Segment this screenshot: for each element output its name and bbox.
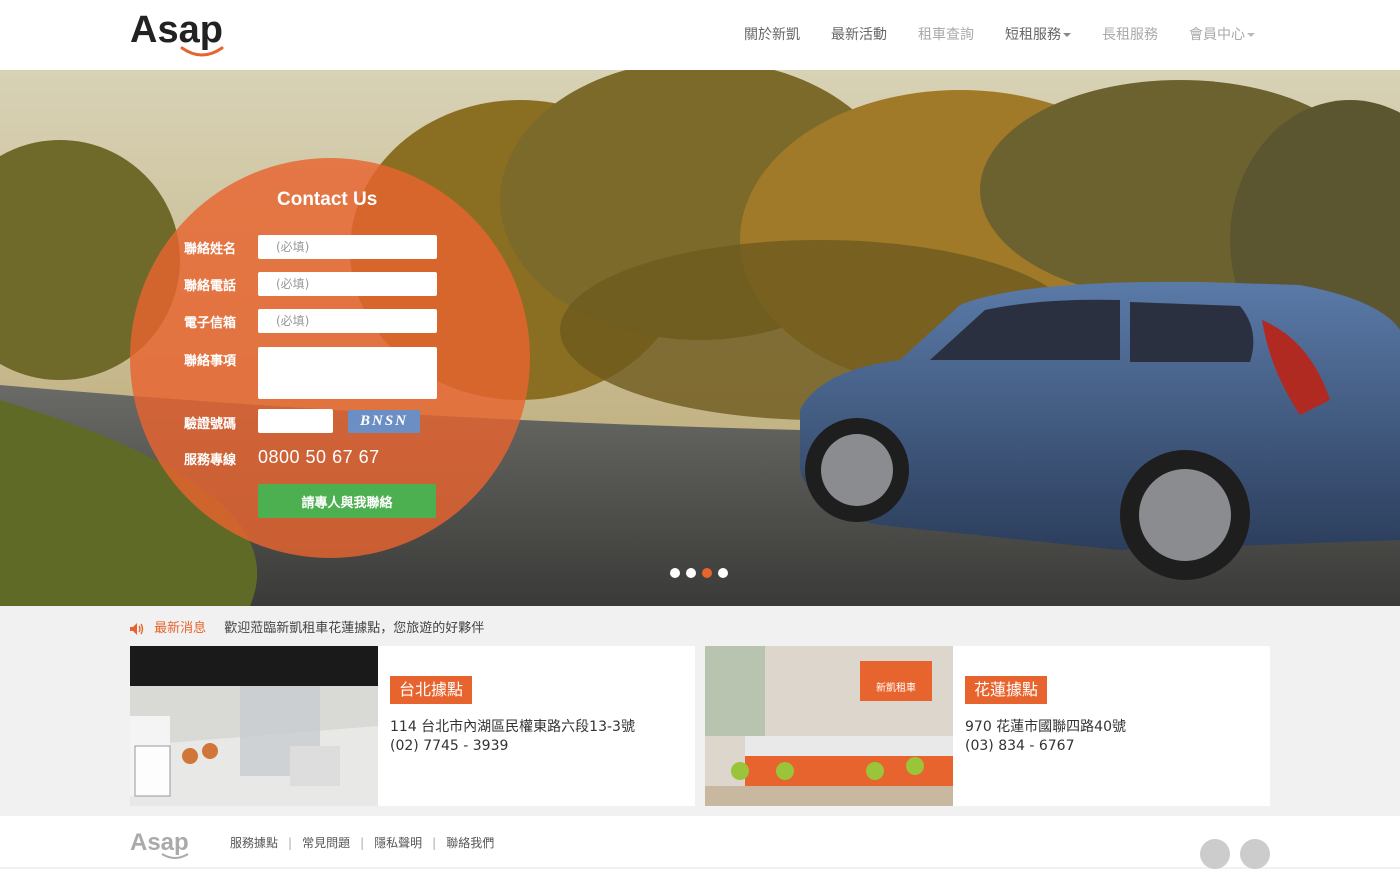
submit-button[interactable]: 請專人與我聯絡 — [258, 484, 436, 518]
message-label: 聯絡事項 — [184, 354, 237, 369]
chevron-down-icon — [1063, 33, 1071, 37]
footer-link[interactable]: 隱私聲明 — [374, 836, 422, 850]
nav-short-rental[interactable]: 短租服務 — [1005, 24, 1071, 44]
asap-logo[interactable]: Asap — [130, 4, 230, 62]
hero-slider: Contact Us 聯絡姓名 (必填) 聯絡電話 (必填) 電子信箱 (必填)… — [0, 70, 1400, 606]
location-title: 花蓮據點 — [965, 676, 1048, 704]
phone-input[interactable]: (必填) — [258, 272, 437, 296]
news-label: 最新消息 — [154, 621, 207, 636]
location-card-hualien[interactable]: 新凱租車 花蓮據點 970 花蓮市國聯四路40號 (03) 834 - 6767 — [705, 646, 1270, 806]
footer-link[interactable]: 服務據點 — [230, 836, 278, 850]
captcha-input[interactable] — [258, 409, 333, 433]
footer-logo-text: Asap — [130, 829, 189, 856]
location-title: 台北據點 — [390, 676, 473, 704]
slider-dot[interactable] — [670, 568, 680, 578]
nav-member[interactable]: 會員中心 — [1189, 24, 1255, 44]
nav-long-rental[interactable]: 長租服務 — [1102, 24, 1158, 44]
contact-title: Contact Us — [277, 189, 378, 210]
name-label: 聯絡姓名 — [184, 242, 237, 257]
site-header: Asap 關於新凱 最新活動 租車查詢 短租服務 長租服務 會員中心 — [0, 0, 1400, 71]
location-phone[interactable]: (02) 7745 - 3939 — [390, 738, 508, 754]
footer-separator: | — [288, 836, 293, 850]
message-textarea[interactable] — [258, 347, 437, 399]
location-phone[interactable]: (03) 834 - 6767 — [965, 738, 1075, 754]
main-nav: 關於新凱 最新活動 租車查詢 短租服務 長租服務 會員中心 — [713, 24, 1255, 44]
slider-dots — [670, 568, 728, 578]
nav-member-label: 會員中心 — [1189, 27, 1245, 43]
captcha-label: 驗證號碼 — [184, 417, 237, 432]
footer-links: 服務據點 | 常見問題 | 隱私聲明 | 聯絡我們 — [230, 834, 494, 851]
speaker-icon — [130, 622, 144, 635]
hotline-number[interactable]: 0800 50 67 67 — [258, 447, 380, 468]
hotline-label: 服務專線 — [184, 453, 237, 468]
slider-dot[interactable] — [718, 568, 728, 578]
footer-separator: | — [432, 836, 437, 850]
location-card-taipei[interactable]: 台北據點 114 台北市內湖區民權東路六段13-3號 (02) 7745 - 3… — [130, 646, 695, 806]
nav-short-rental-label: 短租服務 — [1005, 27, 1061, 43]
location-address: 970 花蓮市國聯四路40號 — [965, 719, 1126, 735]
nav-search[interactable]: 租車查詢 — [918, 24, 974, 44]
hualien-office-photo: 新凱租車 — [705, 646, 953, 806]
news-ticker: 最新消息 歡迎蒞臨新凱租車花蓮據點，您旅遊的好夥伴 — [130, 617, 484, 636]
footer-link[interactable]: 聯絡我們 — [446, 836, 494, 850]
line-icon[interactable] — [1240, 839, 1270, 869]
nav-events[interactable]: 最新活動 — [831, 24, 887, 44]
email-label: 電子信箱 — [184, 316, 237, 331]
phone-label: 聯絡電話 — [184, 279, 237, 294]
location-address: 114 台北市內湖區民權東路六段13-3號 — [390, 719, 635, 735]
footer-separator: | — [360, 836, 365, 850]
email-input[interactable]: (必填) — [258, 309, 437, 333]
captcha-image[interactable]: BNSN — [348, 410, 420, 433]
news-text[interactable]: 歡迎蒞臨新凱租車花蓮據點，您旅遊的好夥伴 — [224, 621, 484, 636]
name-input[interactable]: (必填) — [258, 235, 437, 259]
sign-text: 新凱租車 — [876, 681, 916, 694]
nav-about[interactable]: 關於新凱 — [744, 24, 800, 44]
chevron-down-icon — [1247, 33, 1255, 37]
site-footer: Asap 服務據點 | 常見問題 | 隱私聲明 | 聯絡我們 — [0, 816, 1400, 869]
footer-link[interactable]: 常見問題 — [302, 836, 350, 850]
footer-logo[interactable]: Asap — [130, 826, 192, 862]
slider-dot[interactable] — [686, 568, 696, 578]
taipei-office-photo — [130, 646, 378, 806]
logo-text: Asap — [130, 9, 223, 51]
slider-dot-active[interactable] — [702, 568, 712, 578]
facebook-icon[interactable] — [1200, 839, 1230, 869]
